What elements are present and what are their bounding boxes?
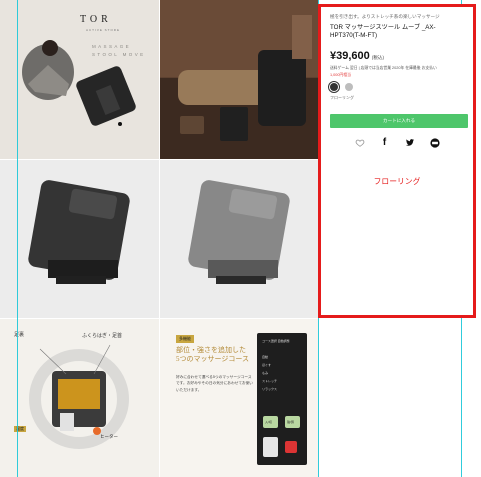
remote-mode-5: リラックス — [262, 387, 277, 391]
brand-subtitle: ACTIVE STORE — [86, 28, 120, 32]
add-to-cart-button[interactable]: カートに入れる — [330, 113, 468, 128]
image-caption-line-1: MASSAGE — [92, 44, 132, 49]
features-diagram-image — [0, 319, 159, 477]
remote-mode-1: 自動 — [262, 355, 269, 359]
heart-icon[interactable] — [355, 138, 365, 148]
gray-stool-image — [160, 160, 318, 318]
product-image-model[interactable]: TOR ACTIVE STORE MASSAGE STOOL MOVE — [0, 0, 159, 159]
product-image-dark-stool[interactable] — [0, 160, 159, 318]
remote-control: コース選択 自動調整 自動 ほぐす もみ ストレッチ リラックス 入/切 強/弱 — [257, 333, 307, 465]
selected-color-label: フローリング — [330, 94, 354, 100]
course-description: 好みに合わせて選べる5つのマッサージコースです。お好みやその日の気分にあわせてお… — [176, 375, 253, 392]
product-info-panel: 極を引き出す。よりストレッチ系の楽しいマッサージ TOR マッサージスツール ム… — [318, 4, 476, 318]
selected-variant-label: フローリング — [373, 176, 421, 186]
price-row: ¥39,600 (税込) — [330, 50, 464, 62]
color-swatch-dark[interactable] — [330, 82, 338, 91]
line-icon[interactable] — [429, 138, 440, 148]
share-buttons: f — [330, 137, 464, 148]
color-swatches — [330, 82, 464, 91]
guide-line-left — [17, 0, 18, 477]
product-image-room[interactable] — [160, 0, 318, 159]
remote-title: コース選択 自動調整 — [262, 339, 290, 343]
heater-label: ヒーター — [100, 434, 118, 439]
remote-arrow-button — [263, 437, 278, 457]
image-caption-line-2: STOOL MOVE — [92, 52, 146, 57]
facebook-icon[interactable]: f — [380, 137, 390, 148]
color-swatch-gray[interactable] — [345, 82, 353, 91]
product-image-remote[interactable]: 多機能 部位・強さを追加した 5つのマッサージコース 好みに合わせて選べる5つの… — [160, 319, 318, 477]
product-image-gray-stool[interactable] — [160, 160, 318, 318]
tax-label: (税込) — [371, 54, 385, 60]
course-heading: 部位・強さを追加した 5つのマッサージコース — [176, 346, 250, 364]
temperature-badge: 温度 — [14, 426, 26, 432]
product-image-features[interactable]: 足裏 ふくらはぎ・足首 温度 ヒーター — [0, 319, 159, 477]
remote-power-button: 入/切 — [263, 416, 278, 428]
point-note: 1,000円相当 — [330, 72, 351, 77]
brand-logo-text: TOR — [80, 14, 112, 25]
remote-mode-3: もみ — [262, 371, 269, 375]
calf-label: ふくらはぎ・足首 — [82, 334, 123, 339]
product-name: TOR マッサージスツール ムーブ _AX-HPT370(T-M-FT) — [330, 23, 436, 40]
product-price: ¥39,600 — [330, 49, 370, 62]
remote-mode-4: ストレッチ — [262, 379, 278, 383]
dark-stool-image — [0, 160, 159, 318]
living-room-image — [160, 0, 318, 159]
shipping-note: 送料ゲーム 翌日 | 店頭では当店営業 2020年 在庫最後 お支払い — [330, 65, 437, 70]
foot-label: 足裏 — [14, 333, 25, 338]
product-tagline: 極を引き出す。よりストレッチ系の楽しいマッサージ — [330, 14, 440, 19]
remote-mode-2: ほぐす — [262, 363, 272, 367]
remote-stop-button — [285, 441, 297, 453]
multi-function-badge: 多機能 — [176, 335, 194, 343]
remote-strength-button: 強/弱 — [285, 416, 300, 428]
twitter-icon[interactable] — [405, 138, 415, 148]
